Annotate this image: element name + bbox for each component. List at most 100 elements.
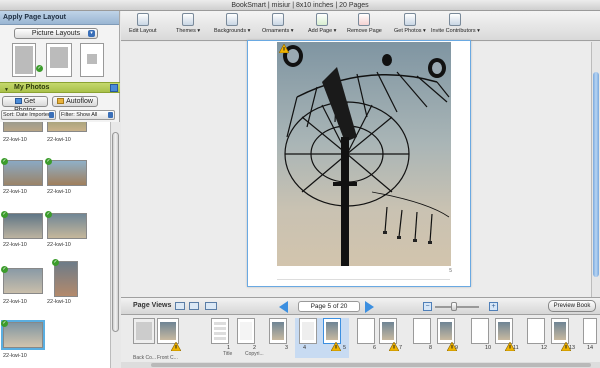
page-views-bar: Page Views Page 5 of 20 − + Preview Book	[121, 297, 600, 315]
photo-filters: Sort: Date Imported Filter: Show All	[0, 110, 120, 121]
page-thumbnail[interactable]	[437, 318, 455, 344]
zoom-slider-track[interactable]	[435, 306, 479, 308]
ornaments-button[interactable]: Ornaments ▾	[262, 13, 294, 39]
spread-4-5-selected[interactable]: 4 5	[295, 318, 349, 358]
page-thumbnail[interactable]	[357, 318, 375, 344]
layout-type-select[interactable]: Picture Layouts ▾	[14, 28, 98, 39]
scrollbar-thumb[interactable]	[112, 132, 119, 332]
backgrounds-button[interactable]: Backgrounds ▾	[214, 13, 250, 39]
page-thumbnail[interactable]	[551, 318, 569, 344]
autoflow-button[interactable]: Autoflow	[52, 96, 98, 107]
layout-option-centered[interactable]	[46, 43, 72, 77]
edit-layout-icon	[136, 13, 149, 26]
filter-select[interactable]: Filter: Show All	[59, 110, 115, 120]
zoom-out-icon[interactable]: −	[423, 302, 432, 311]
photos-panel-header[interactable]: ▼ My Photos	[0, 82, 120, 93]
single-page-view-icon[interactable]	[175, 302, 185, 310]
check-icon: ✓	[36, 65, 43, 72]
zoom-in-icon[interactable]: +	[489, 302, 498, 311]
photo-list-scrollbar[interactable]	[110, 122, 120, 368]
page-filmstrip[interactable]: Back Co... Front C... 1 Title 2 Copyri..…	[121, 315, 600, 368]
page-thumbnail[interactable]	[379, 318, 397, 344]
page-photo[interactable]	[277, 42, 451, 266]
layout-option-full[interactable]	[12, 43, 36, 77]
photo-date-label: 22-kwi-10	[47, 242, 71, 248]
spread-12-13[interactable]: 12 13	[525, 318, 581, 358]
invite-contributors-button[interactable]: Invite Contributors ▾	[431, 13, 480, 39]
preview-book-button[interactable]: Preview Book	[548, 300, 596, 312]
get-photos-button[interactable]: Get Photos	[2, 96, 48, 114]
photo-date-label: 22-kwi-10	[3, 299, 27, 305]
grid-view-icon[interactable]	[205, 302, 217, 310]
backgrounds-icon	[226, 13, 239, 26]
page-number: 5	[449, 268, 452, 274]
check-icon: ✓	[1, 158, 8, 165]
spread-view-icon[interactable]	[189, 302, 199, 310]
check-icon: ✓	[52, 259, 59, 266]
photo-thumbnail[interactable]	[3, 122, 43, 132]
photo-thumbnail[interactable]	[47, 160, 87, 186]
get-photos-toolbar-button[interactable]: Get Photos ▾	[394, 13, 426, 39]
scrollbar-thumb[interactable]	[151, 363, 591, 367]
warning-icon	[279, 44, 289, 53]
photo-thumbnail[interactable]	[3, 160, 43, 186]
layout-option-small[interactable]	[80, 43, 104, 77]
photo-date-label: 22-kwi-10	[3, 353, 27, 359]
spread-1-2[interactable]: 1 Title 2 Copyri...	[207, 318, 267, 358]
photo-list[interactable]: 22-kwi-10 22-kwi-10 ✓ ✓ 22-kwi-10 22-kwi…	[0, 122, 110, 368]
spread-10-11[interactable]: 10 11	[469, 318, 525, 358]
page-thumbnail[interactable]	[323, 318, 341, 344]
page-thumbnail[interactable]	[269, 318, 287, 344]
cover-slot[interactable]: Back Co... Front C...	[131, 318, 185, 361]
photo-date-label: 22-kwi-10	[47, 189, 71, 195]
page-thumbnail[interactable]	[413, 318, 431, 344]
remove-page-button[interactable]: Remove Page	[347, 13, 382, 39]
photo-thumbnail[interactable]	[47, 213, 87, 239]
spread-8-9[interactable]: 8 9	[411, 318, 467, 358]
filmstrip-scrollbar[interactable]	[121, 362, 600, 368]
chevron-down-icon: ▾	[88, 30, 95, 37]
layout-thumbnails: ✓	[10, 43, 110, 81]
book-page[interactable]: 5	[247, 40, 471, 287]
page-views-label: Page Views	[133, 302, 172, 309]
add-page-button[interactable]: Add Page ▾	[308, 13, 336, 39]
main-toolbar: Edit Layout Themes ▾ Backgrounds ▾ Ornam…	[121, 11, 600, 41]
spread-3[interactable]: 3	[267, 318, 293, 358]
camera-icon	[14, 98, 22, 105]
back-cover-thumbnail[interactable]	[133, 318, 155, 344]
photo-thumbnail[interactable]	[3, 268, 43, 294]
photo-date-label: 22-kwi-10	[3, 137, 27, 143]
page-thumbnail[interactable]	[237, 318, 255, 344]
page-footer-line	[277, 279, 450, 280]
next-page-icon[interactable]	[365, 301, 374, 313]
photo-thumbnail[interactable]	[54, 261, 78, 297]
page-thumbnail[interactable]	[299, 318, 317, 344]
themes-icon	[182, 13, 195, 26]
page-indicator[interactable]: Page 5 of 20	[298, 301, 360, 312]
photo-thumbnail[interactable]	[3, 213, 43, 239]
front-cover-thumbnail[interactable]	[157, 318, 179, 344]
spread-6-7[interactable]: 6 7	[355, 318, 407, 358]
photo-thumbnail[interactable]	[47, 122, 87, 132]
zoom-slider-knob[interactable]	[451, 302, 457, 311]
warning-icon	[389, 342, 399, 351]
get-photos-icon	[403, 13, 416, 26]
ornaments-icon	[271, 13, 284, 26]
previous-page-icon[interactable]	[279, 301, 288, 313]
sort-select[interactable]: Sort: Date Imported	[1, 110, 56, 120]
canvas-scrollbar[interactable]	[591, 42, 600, 297]
photo-panel-icon[interactable]	[110, 84, 118, 92]
page-thumbnail[interactable]	[527, 318, 545, 344]
page-thumbnail[interactable]	[495, 318, 513, 344]
page-thumbnail[interactable]	[211, 318, 229, 344]
themes-button[interactable]: Themes ▾	[176, 13, 200, 39]
photo-date-label: 22-kwi-10	[3, 242, 27, 248]
edit-layout-button[interactable]: Edit Layout	[129, 13, 157, 39]
layout-panel-header: Apply Page Layout	[0, 11, 119, 25]
photo-thumbnail-selected[interactable]	[1, 320, 45, 350]
scrollbar-thumb[interactable]	[593, 72, 599, 277]
page-thumbnail[interactable]	[583, 318, 597, 344]
spread-14[interactable]: 14	[581, 318, 600, 358]
check-icon: ✓	[45, 211, 52, 218]
page-thumbnail[interactable]	[471, 318, 489, 344]
